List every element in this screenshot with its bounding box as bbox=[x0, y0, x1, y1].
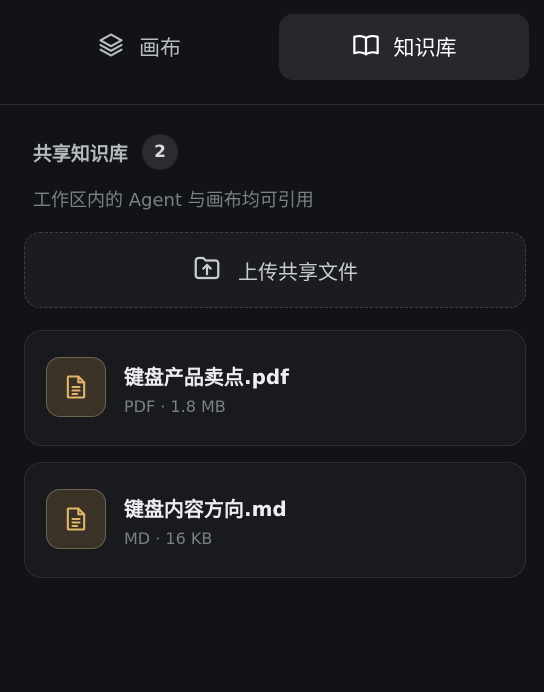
tab-bar: 画布 知识库 bbox=[0, 0, 544, 105]
count-badge: 2 bbox=[142, 134, 179, 170]
section-title: 共享知识库 bbox=[33, 142, 129, 165]
file-meta: PDF · 1.8 MB bbox=[124, 397, 226, 416]
tab-canvas[interactable]: 画布 bbox=[14, 14, 264, 80]
section-header: 共享知识库 2 bbox=[33, 134, 179, 170]
folder-upload-icon bbox=[192, 253, 222, 288]
upload-button-label: 上传共享文件 bbox=[238, 259, 358, 284]
file-card[interactable]: 键盘内容方向.md MD · 16 KB bbox=[24, 462, 526, 578]
tab-knowledge-base[interactable]: 知识库 bbox=[279, 14, 529, 80]
file-card[interactable]: 键盘产品卖点.pdf PDF · 1.8 MB bbox=[24, 330, 526, 446]
layers-icon bbox=[97, 31, 125, 64]
file-text-icon bbox=[46, 357, 106, 417]
tab-knowledge-base-label: 知识库 bbox=[393, 36, 457, 60]
file-name: 键盘内容方向.md bbox=[124, 497, 287, 521]
file-name: 键盘产品卖点.pdf bbox=[124, 365, 289, 389]
file-text-icon bbox=[46, 489, 106, 549]
book-open-icon bbox=[352, 31, 380, 64]
upload-shared-file-button[interactable]: 上传共享文件 bbox=[24, 232, 526, 308]
tab-canvas-label: 画布 bbox=[139, 36, 181, 60]
section-subtitle: 工作区内的 Agent 与画布均可引用 bbox=[33, 190, 314, 211]
file-meta: MD · 16 KB bbox=[124, 529, 213, 548]
